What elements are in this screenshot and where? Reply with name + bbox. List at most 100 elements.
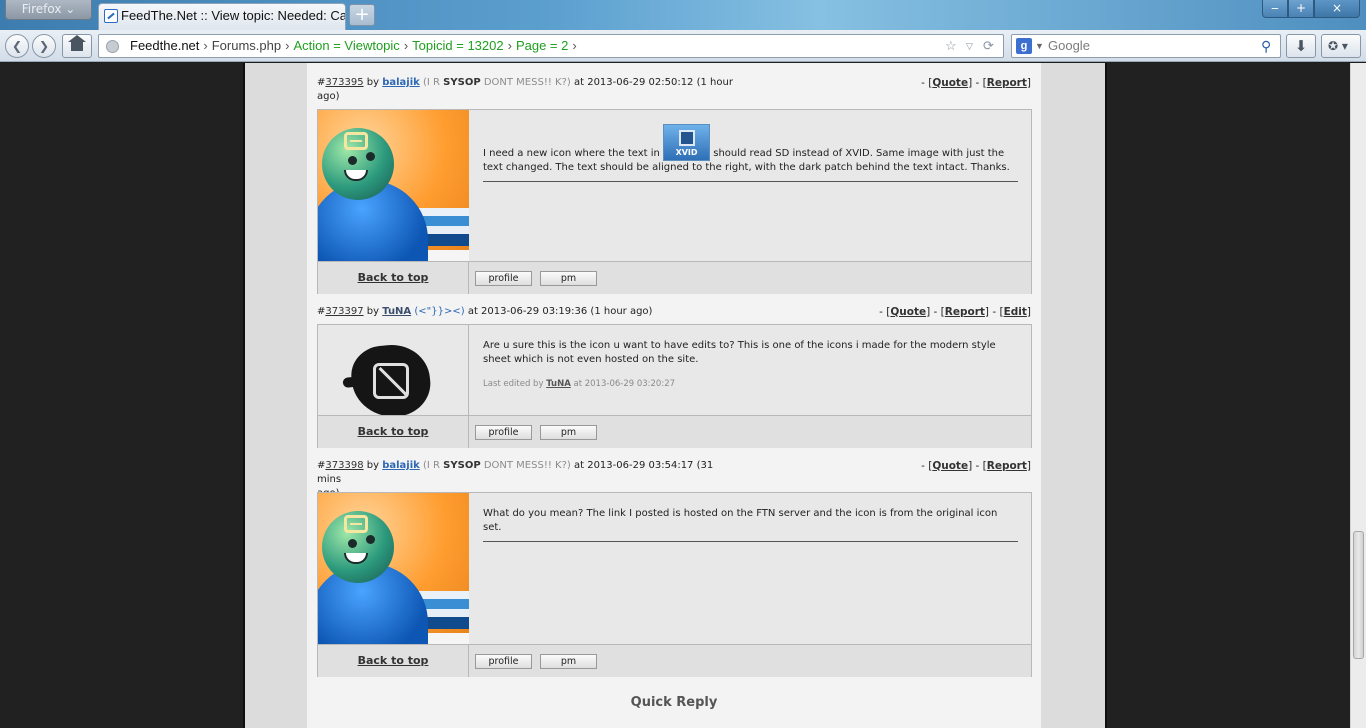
post-header: #373395 by balajik (I R SYSOP DONT MESS!… bbox=[317, 76, 737, 104]
star-bookmark-icon[interactable]: ☆ bbox=[945, 35, 957, 57]
report-link[interactable]: Report bbox=[987, 460, 1027, 472]
bookmarks-button[interactable]: ✪ ▾ bbox=[1321, 34, 1361, 58]
separator-icon: › bbox=[507, 38, 512, 53]
post-footer: Back to top profile pm bbox=[318, 415, 1031, 448]
firefox-menu-label: Firefox bbox=[21, 2, 62, 16]
user-title: (I R bbox=[423, 460, 440, 471]
url-breadcrumbs: Feedthe.net › Forums.php › Action = Viewtopi… bbox=[130, 35, 581, 57]
signature-divider bbox=[483, 181, 1018, 182]
forward-button[interactable]: ❯ bbox=[32, 34, 56, 58]
quote-link[interactable]: Quote bbox=[932, 77, 968, 89]
author-link[interactable]: TuNA bbox=[382, 306, 411, 317]
post-text: What do you mean? The link I posted is h… bbox=[483, 508, 998, 533]
author-link[interactable]: balajik bbox=[382, 77, 420, 88]
user-title-bold: SYSOP bbox=[443, 460, 481, 471]
maximize-button[interactable]: + bbox=[1288, 0, 1314, 18]
firefox-menu-button[interactable]: Firefox ⌄ bbox=[5, 0, 92, 20]
report-link[interactable]: Report bbox=[987, 77, 1027, 89]
separator-icon: › bbox=[203, 38, 208, 53]
profile-button[interactable]: profile bbox=[475, 654, 532, 669]
pm-button[interactable]: pm bbox=[540, 425, 597, 440]
reload-icon[interactable]: ⟳ bbox=[983, 35, 994, 57]
post-timestamp: at 2013-06-29 02:50:12 (1 hour bbox=[573, 77, 733, 88]
by-label: by bbox=[366, 306, 380, 317]
address-bar[interactable]: Feedthe.net › Forums.php › Action = Viewtopi… bbox=[98, 34, 1004, 58]
url-segment[interactable]: Action = Viewtopic bbox=[293, 35, 399, 57]
url-host[interactable]: Feedthe.net bbox=[130, 35, 199, 57]
post-body: I need a new icon where the text in XVID… bbox=[470, 124, 1031, 260]
scrollbar-thumb[interactable] bbox=[1353, 531, 1364, 659]
search-icon[interactable]: ⚲ bbox=[1261, 35, 1271, 57]
navigation-toolbar: ❮ ❯ Feedthe.net › Forums.php › Action = View… bbox=[0, 30, 1366, 62]
history-dropdown-icon[interactable]: ▽ bbox=[966, 35, 973, 57]
bookmarks-icon: ✪ ▾ bbox=[1328, 39, 1348, 53]
window-titlebar: Firefox ⌄ FeedThe.Net :: View topic: Nee… bbox=[0, 0, 1366, 30]
user-title-bold: SYSOP bbox=[443, 77, 481, 88]
user-title-suffix: DONT MESS!! K?) bbox=[483, 77, 571, 88]
post-footer: Back to top profile pm bbox=[318, 261, 1031, 294]
url-segment[interactable]: Forums.php bbox=[212, 35, 281, 57]
pm-button[interactable]: pm bbox=[540, 654, 597, 669]
author-link[interactable]: balajik bbox=[382, 460, 420, 471]
back-to-top-link[interactable]: Back to top bbox=[318, 262, 469, 294]
google-engine-icon[interactable]: g bbox=[1016, 38, 1032, 54]
post-actions: - [Quote] - [Report] bbox=[921, 460, 1031, 472]
user-title-suffix: DONT MESS!! K?) bbox=[483, 460, 571, 471]
engine-dropdown-icon[interactable]: ▼ bbox=[1035, 35, 1044, 57]
post-box: What do you mean? The link I posted is h… bbox=[317, 492, 1032, 677]
post-id-link[interactable]: 373397 bbox=[325, 306, 363, 317]
by-label: by bbox=[366, 77, 380, 88]
xvid-icon: XVID bbox=[663, 124, 711, 161]
search-input[interactable]: Google bbox=[1048, 35, 1090, 57]
quick-reply-heading: Quick Reply bbox=[630, 695, 718, 710]
signature-divider bbox=[483, 541, 1018, 542]
post-body: Are u sure this is the icon u want to ha… bbox=[470, 339, 1031, 415]
browser-tab[interactable]: FeedThe.Net :: View topic: Needed: Cate.… bbox=[98, 3, 346, 30]
arrow-left-icon: ❮ bbox=[11, 39, 23, 53]
post-actions: - [Quote] - [Report] bbox=[921, 77, 1031, 89]
post-id-link[interactable]: 373398 bbox=[325, 460, 363, 471]
new-tab-button[interactable]: + bbox=[349, 4, 375, 26]
url-segment[interactable]: Topicid = 13202 bbox=[412, 35, 503, 57]
close-window-button[interactable]: × bbox=[1314, 0, 1360, 18]
post-box: I need a new icon where the text in XVID… bbox=[317, 109, 1032, 294]
edit-link[interactable]: Edit bbox=[1004, 306, 1027, 318]
download-arrow-icon: ⬇ bbox=[1294, 37, 1308, 55]
forum-content: #373395 by balajik (I R SYSOP DONT MESS!… bbox=[307, 63, 1041, 728]
vertical-scrollbar[interactable] bbox=[1350, 63, 1366, 728]
back-button[interactable]: ❮ bbox=[5, 34, 29, 58]
back-to-top-link[interactable]: Back to top bbox=[318, 645, 469, 677]
last-edited-note: Last edited by TuNA at 2013-06-29 03:20:… bbox=[483, 379, 676, 389]
avatar-image bbox=[318, 110, 469, 261]
search-bar[interactable]: g ▼ Google ⚲ bbox=[1011, 34, 1281, 58]
post-actions: - [Quote] - [Report] - [Edit] bbox=[879, 306, 1031, 318]
report-link[interactable]: Report bbox=[945, 306, 985, 318]
home-button[interactable] bbox=[62, 34, 92, 58]
right-gutter bbox=[1041, 63, 1107, 728]
avatar bbox=[318, 325, 469, 421]
quote-link[interactable]: Quote bbox=[932, 460, 968, 472]
minimize-button[interactable]: ‒ bbox=[1262, 0, 1288, 18]
pm-button[interactable]: pm bbox=[540, 271, 597, 286]
quote-link[interactable]: Quote bbox=[890, 306, 926, 318]
web-page: #373395 by balajik (I R SYSOP DONT MESS!… bbox=[0, 63, 1366, 728]
post-text: Are u sure this is the icon u want to ha… bbox=[483, 340, 996, 365]
separator-icon: › bbox=[403, 38, 409, 53]
downloads-button[interactable]: ⬇ bbox=[1286, 34, 1316, 58]
user-title: (<"}}><) bbox=[414, 306, 465, 317]
arrow-right-icon: ❯ bbox=[38, 39, 50, 53]
home-icon bbox=[68, 35, 86, 51]
url-segment[interactable]: Page = 2 bbox=[516, 35, 568, 57]
user-title: (I R bbox=[423, 77, 440, 88]
post-id-link[interactable]: 373395 bbox=[325, 77, 363, 88]
profile-button[interactable]: profile bbox=[475, 425, 532, 440]
site-identity-icon[interactable] bbox=[106, 40, 119, 53]
avatar bbox=[318, 110, 469, 261]
post-footer: Back to top profile pm bbox=[318, 644, 1031, 677]
post-box: Are u sure this is the icon u want to ha… bbox=[317, 324, 1032, 448]
post-timestamp: at 2013-06-29 03:19:36 (1 hour ago) bbox=[467, 306, 653, 317]
profile-button[interactable]: profile bbox=[475, 271, 532, 286]
back-to-top-link[interactable]: Back to top bbox=[318, 416, 469, 448]
editor-link[interactable]: TuNA bbox=[546, 379, 571, 389]
logo-icon bbox=[373, 363, 409, 399]
